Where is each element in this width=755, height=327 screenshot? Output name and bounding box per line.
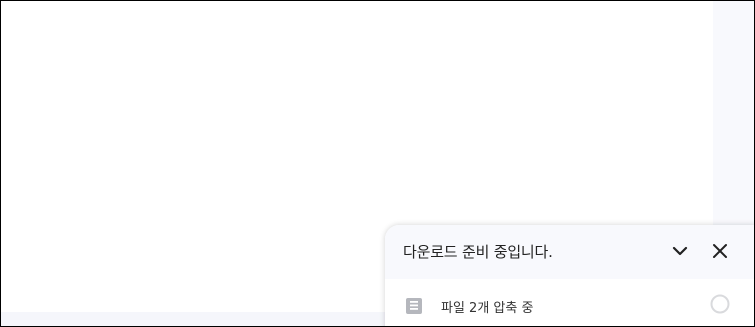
chevron-down-icon <box>672 246 688 256</box>
close-button[interactable] <box>709 240 731 262</box>
loading-spinner-icon <box>710 294 730 314</box>
close-icon <box>713 244 727 258</box>
browser-viewport: 다운로드 준비 중입니다. 파일 2개 압축 중 <box>0 0 755 327</box>
download-item: 파일 2개 압축 중 <box>385 279 754 326</box>
download-panel-title: 다운로드 준비 중입니다. <box>403 243 553 261</box>
download-panel: 다운로드 준비 중입니다. 파일 2개 압축 중 <box>385 225 754 326</box>
file-icon <box>406 298 422 314</box>
download-panel-header: 다운로드 준비 중입니다. <box>385 225 754 279</box>
collapse-button[interactable] <box>669 240 691 262</box>
download-item-label: 파일 2개 압축 중 <box>441 301 534 316</box>
